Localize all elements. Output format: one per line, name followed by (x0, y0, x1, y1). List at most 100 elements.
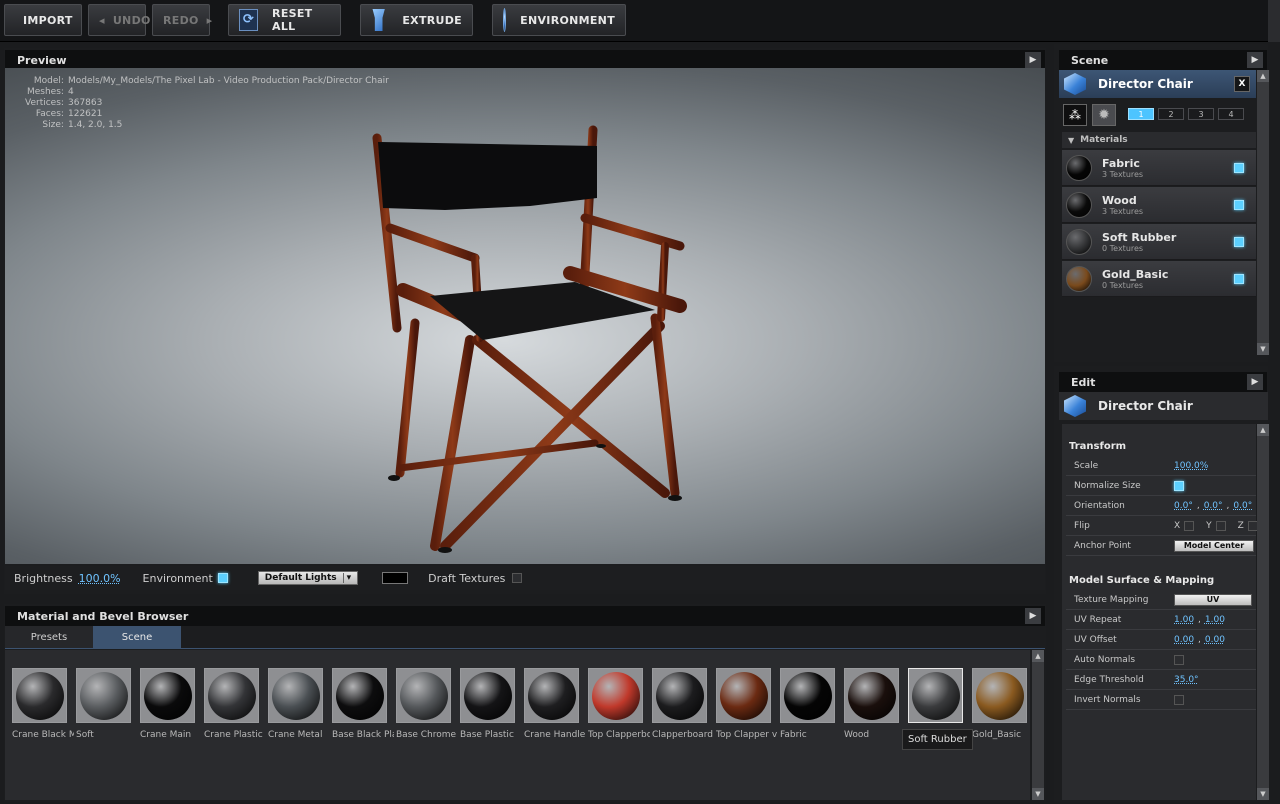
extrude-button[interactable]: EXTRUDE (360, 4, 473, 36)
materials-section-header[interactable]: ▼ Materials (1062, 132, 1256, 148)
scene-material-texture-count: 3 Textures (1102, 206, 1144, 216)
redo-button[interactable]: REDO ▸ (152, 4, 212, 36)
material-thumbnail[interactable]: Base Black Pla (332, 668, 394, 740)
material-thumbnail[interactable]: Soft (76, 668, 131, 740)
auto-normals-checkbox[interactable] (1174, 654, 1184, 665)
scroll-up-icon[interactable]: ▲ (1032, 650, 1044, 662)
material-thumbnail[interactable]: Fabric (780, 668, 835, 740)
environment-button[interactable]: ENVIRONMENT (492, 4, 626, 36)
visibility-checkbox[interactable] (1234, 237, 1244, 247)
edit-scrollbar[interactable]: ▲ ▼ (1257, 424, 1269, 800)
material-thumbnail[interactable]: Wood (844, 668, 899, 740)
uv-offset-u[interactable]: 0.00 (1174, 635, 1194, 645)
viewport-3d[interactable]: Model: Meshes: Vertices: Faces: Size: Mo… (5, 68, 1045, 564)
material-label: Crane Black M (12, 730, 74, 740)
tab-scene[interactable]: Scene (93, 626, 181, 648)
material-label: Crane Plastic (204, 730, 263, 740)
scroll-down-icon[interactable]: ▼ (1257, 343, 1269, 355)
background-color-swatch[interactable] (382, 572, 409, 584)
scale-value[interactable]: 100.0% (1174, 461, 1208, 471)
texture-mapping-button[interactable]: UV (1174, 593, 1252, 606)
collapse-arrow-icon[interactable]: ▶ (1025, 52, 1041, 68)
gear-icon[interactable]: ✹ (1092, 104, 1116, 126)
tab-presets[interactable]: Presets (5, 626, 93, 648)
environment-checkbox[interactable] (217, 573, 228, 583)
collapse-arrow-icon[interactable]: ▶ (1247, 374, 1263, 390)
undo-button[interactable]: ◂ UNDO (88, 4, 150, 36)
material-thumbnail[interactable]: Crane Black M (12, 668, 74, 740)
layer-button-3[interactable]: 3 (1188, 108, 1214, 120)
invert-normals-checkbox[interactable] (1174, 694, 1184, 705)
material-thumbnail[interactable]: Top Clapperbo (588, 668, 650, 740)
material-sphere-icon (1066, 191, 1092, 218)
material-thumbnail[interactable]: Top Clapper v (716, 668, 777, 740)
normalize-size-checkbox[interactable] (1174, 480, 1184, 491)
orientation-x[interactable]: 0.0° (1174, 501, 1193, 511)
scene-object-row[interactable]: Director Chair X (1059, 70, 1256, 98)
uv-repeat-v[interactable]: 1.00 (1205, 615, 1225, 625)
anchor-point-button[interactable]: Model Center (1174, 539, 1254, 552)
visibility-checkbox[interactable] (1234, 274, 1244, 284)
material-thumbnail[interactable]: Base Plastic (460, 668, 515, 740)
collapse-arrow-icon[interactable]: ▶ (1247, 52, 1263, 68)
triangle-down-icon: ▼ (1068, 135, 1075, 145)
draft-textures-checkbox[interactable] (512, 573, 523, 583)
uv-offset-v[interactable]: 0.00 (1205, 635, 1225, 645)
chevron-left-icon: ◂ (99, 13, 105, 27)
surface-header: Model Surface & Mapping (1069, 575, 1215, 586)
material-thumbnail[interactable]: Crane Plastic (204, 668, 263, 740)
material-label: Base Chrome (396, 730, 457, 740)
scene-material-name: Fabric (1102, 156, 1140, 170)
flip-x-checkbox[interactable] (1184, 520, 1195, 531)
material-label: Base Black Pla (332, 730, 394, 740)
reset-all-button[interactable]: ⟳ RESET ALL (228, 4, 341, 36)
material-thumbnail[interactable]: Crane Metal (268, 668, 323, 740)
visibility-checkbox[interactable] (1234, 163, 1244, 173)
import-button[interactable]: IMPORT (4, 4, 82, 36)
material-thumbnail[interactable]: Gold_Basic (972, 668, 1027, 740)
scene-list-empty (1062, 298, 1256, 356)
visibility-checkbox[interactable] (1234, 200, 1244, 210)
material-browser-header: Material and Bevel Browser ▶ (5, 606, 1045, 626)
scene-material-item[interactable]: Fabric 3 Textures (1062, 150, 1256, 186)
scroll-down-icon[interactable]: ▼ (1032, 788, 1044, 800)
scene-material-text: Fabric 3 Textures (1102, 157, 1143, 179)
material-label: Crane Metal (268, 730, 323, 740)
browser-scrollbar[interactable]: ▲ ▼ (1032, 650, 1044, 800)
extrude-icon (372, 9, 385, 31)
edge-threshold-value[interactable]: 35.0° (1174, 675, 1199, 685)
anchor-row: Anchor Point Model Center (1066, 536, 1256, 556)
flip-y-checkbox[interactable] (1215, 520, 1226, 531)
material-thumbnail[interactable]: Base Chrome (396, 668, 456, 740)
material-swatch (204, 668, 259, 723)
scene-material-item[interactable]: Gold_Basic 0 Textures (1062, 261, 1256, 297)
layer-button-1[interactable]: 1 (1128, 108, 1154, 120)
orientation-y[interactable]: 0.0° (1204, 501, 1223, 511)
layer-button-4[interactable]: 4 (1218, 108, 1244, 120)
material-thumbnail[interactable]: Crane Main (140, 668, 195, 740)
brightness-value[interactable]: 100.0% (79, 572, 121, 585)
scene-material-text: Wood 3 Textures (1102, 194, 1143, 216)
material-sphere-icon (463, 671, 512, 720)
collapse-arrow-icon[interactable]: ▶ (1025, 608, 1041, 624)
close-button[interactable]: X (1234, 76, 1250, 92)
scroll-down-icon[interactable]: ▼ (1257, 788, 1269, 800)
material-swatch (460, 668, 515, 723)
scene-scrollbar[interactable]: ▲ ▼ (1257, 70, 1269, 355)
material-sphere-icon (335, 671, 384, 720)
material-label: Crane Handle (524, 730, 586, 740)
material-swatch (268, 668, 323, 723)
scroll-up-icon[interactable]: ▲ (1257, 70, 1269, 82)
scroll-up-icon[interactable]: ▲ (1257, 424, 1269, 436)
orientation-z[interactable]: 0.0° (1233, 501, 1252, 511)
scene-material-item[interactable]: Wood 3 Textures (1062, 187, 1256, 223)
material-sphere-icon (15, 671, 64, 720)
material-thumbnail[interactable]: Clapperboard (652, 668, 713, 740)
scene-material-item[interactable]: Soft Rubber 0 Textures (1062, 224, 1256, 260)
lights-dropdown[interactable]: Default Lights ▾ (257, 571, 359, 585)
share-nodes-icon[interactable]: ⁂ (1063, 104, 1087, 126)
uv-repeat-u[interactable]: 1.00 (1174, 615, 1194, 625)
material-swatch (524, 668, 579, 723)
material-thumbnail[interactable]: Crane Handle (524, 668, 585, 740)
layer-button-2[interactable]: 2 (1158, 108, 1184, 120)
